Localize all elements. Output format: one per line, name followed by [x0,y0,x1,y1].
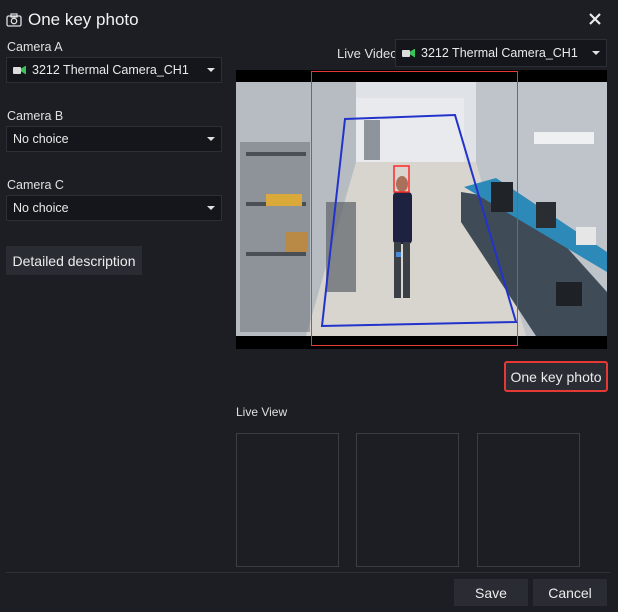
camera-b-select[interactable]: No choice [6,126,222,152]
camera-c-value: No choice [13,201,69,215]
detailed-description-button[interactable]: Detailed description [6,246,142,275]
live-video-frame[interactable] [236,70,607,349]
chevron-down-icon [207,137,215,141]
camera-b-value: No choice [13,132,69,146]
chevron-down-icon [592,51,600,55]
camera-device-icon [13,65,26,75]
capture-area-box [311,71,518,346]
live-view-slot-3 [477,433,580,567]
camera-c-label: Camera C [7,178,64,192]
live-view-slot-2 [356,433,459,567]
close-icon[interactable] [588,10,602,31]
camera-a-select[interactable]: 3212 Thermal Camera_CH1 [6,57,222,83]
camera-a-label: Camera A [7,40,63,54]
chevron-down-icon [207,206,215,210]
chevron-down-icon [207,68,215,72]
camera-a-value: 3212 Thermal Camera_CH1 [32,63,189,77]
live-video-value: 3212 Thermal Camera_CH1 [421,46,578,60]
camera-b-label: Camera B [7,109,64,123]
save-button[interactable]: Save [454,579,528,606]
footer-divider [6,572,610,573]
one-key-photo-button[interactable]: One key photo [504,361,608,392]
camera-icon [6,13,22,27]
live-view-slot-1 [236,433,339,567]
dialog-title-bar: One key photo [6,10,139,30]
cancel-button[interactable]: Cancel [533,579,607,606]
camera-device-icon [402,48,415,58]
live-video-select[interactable]: 3212 Thermal Camera_CH1 [395,39,607,67]
live-view-label: Live View [236,405,288,419]
camera-c-select[interactable]: No choice [6,195,222,221]
live-video-label: Live Video [337,46,398,61]
dialog-title: One key photo [28,10,139,29]
